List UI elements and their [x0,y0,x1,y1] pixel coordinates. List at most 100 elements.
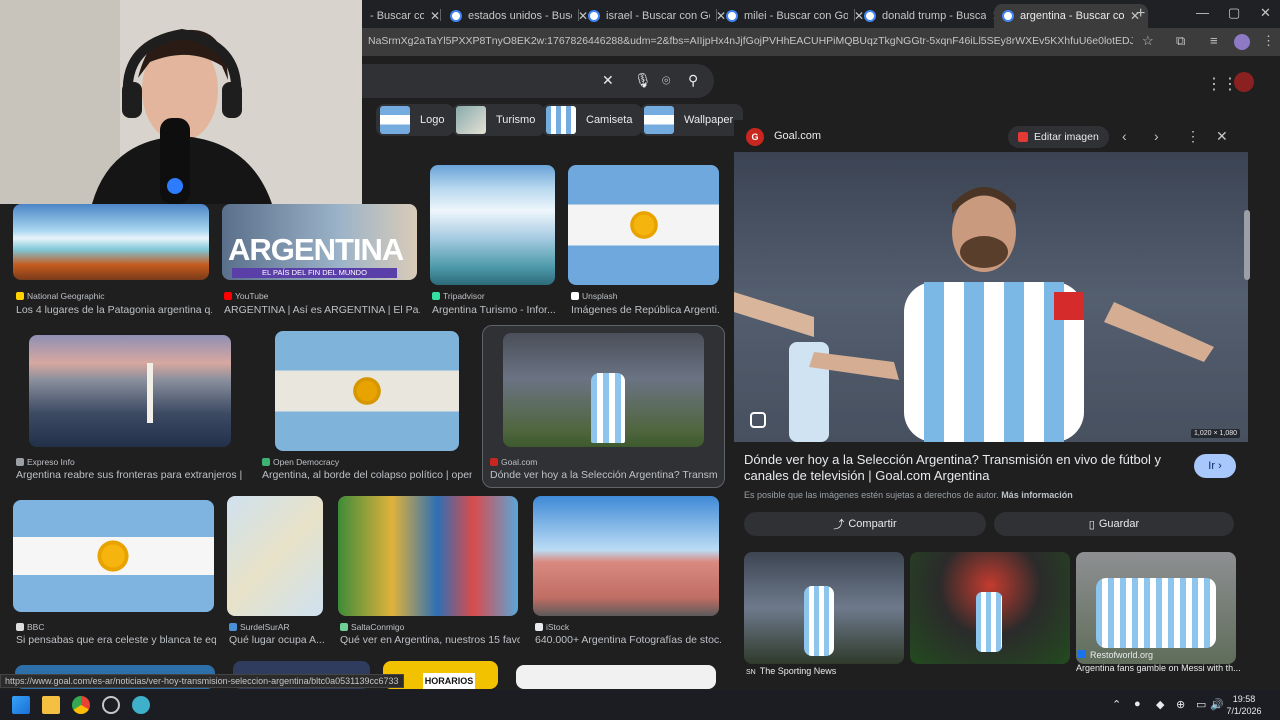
players-shape [1096,578,1216,648]
panel-source-name[interactable]: Goal.com [774,130,821,142]
result-title[interactable]: ARGENTINA | Así es ARGENTINA | El Pa... [224,304,420,316]
account-avatar[interactable] [1234,72,1254,92]
related-title-3[interactable]: Argentina fans gamble on Messi with th..… [1076,663,1248,673]
obs-icon[interactable] [102,696,120,714]
share-icon: ⤴ [833,519,845,531]
next-image-icon[interactable]: › [1154,128,1159,144]
previous-image-icon[interactable]: ‹ [1122,128,1127,144]
extensions-icon[interactable]: ⧉ [1176,33,1185,49]
tab-3[interactable]: israel - Buscar con Google✕ [580,4,734,28]
go-button[interactable]: Ir › [1194,454,1236,478]
clear-icon[interactable]: ✕ [602,72,614,89]
url-field[interactable]: NaSrmXg2aTaYl5PXXP8TnyO8EK2w:17678264462… [368,35,1133,47]
new-tab-button[interactable]: + [1136,5,1145,23]
tray-chevron-up-icon[interactable]: ⌃ [1112,698,1121,711]
windows-start-icon[interactable] [12,696,30,714]
more-options-icon[interactable]: ⋮ [1186,128,1200,145]
close-panel-icon[interactable]: ✕ [1216,128,1228,145]
source-label: SaltaConmigo [351,622,405,632]
patagonia-glacier-image[interactable] [13,204,209,280]
search-input[interactable]: ✕ 🎙 ⌾ ⚲ [362,64,714,98]
chip-camiseta[interactable]: Camiseta [542,104,643,136]
source-label: Tripadvisor [443,291,485,301]
glacier-image[interactable] [430,165,555,285]
saltaconmigo-icon [340,623,348,631]
chip-logo[interactable]: Logo [376,104,455,136]
minimize-button[interactable]: — [1196,5,1209,20]
app-icon[interactable] [132,696,150,714]
bookmark-star-icon[interactable]: ☆ [1142,33,1154,49]
argentina-flag-image[interactable] [568,165,719,285]
result-title[interactable]: Si pensabas que era celeste y blanca te … [16,634,216,646]
result-title[interactable]: Dónde ver hoy a la Selección Argentina? … [490,469,718,481]
tab-2[interactable]: estados unidos - Buscar con Google✕ [442,4,596,28]
preview-image[interactable]: 1,020 × 1,080 [734,152,1248,442]
chip-label: Turismo [496,114,536,126]
related-image-1[interactable] [744,552,904,664]
chrome-icon[interactable] [72,696,90,714]
result-title[interactable]: Argentina reabre sus fronteras para extr… [16,469,246,481]
related-image-3[interactable] [1076,552,1236,664]
google-icon [1002,10,1014,22]
related-image-2[interactable] [910,552,1070,664]
result-title[interactable]: Argentina, al borde del colapso político… [262,469,472,481]
result-title[interactable]: Imágenes de República Argenti... [571,304,719,316]
caminito-image[interactable] [338,496,518,616]
player-shape [976,592,1002,652]
cracked-flag-image[interactable] [275,331,459,451]
tray-app-icon[interactable]: ● [1134,698,1141,710]
chip-turismo[interactable]: Turismo [452,104,546,136]
sportingnews-icon: SN [746,669,756,676]
window-close-button[interactable]: ✕ [1260,5,1271,21]
file-explorer-icon[interactable] [42,696,60,714]
chip-thumbnail [456,106,486,134]
tab-1[interactable]: - Buscar con Google ✕ [362,4,448,28]
tray-monitor-icon[interactable]: ▭ [1196,698,1206,711]
system-clock[interactable]: 19:58 7/1/2026 [1218,693,1270,717]
browser-menu-icon[interactable]: ⋮ [1262,33,1275,49]
reading-list-icon[interactable]: ≡ [1210,33,1218,48]
result-source: Unsplash [571,291,617,301]
result-title[interactable]: Qué lugar ocupa A... [229,634,325,646]
share-button[interactable]: ⤴ Compartir [744,512,986,536]
panel-scrollbar[interactable] [1244,210,1250,280]
profile-avatar[interactable] [1234,34,1250,50]
edit-image-button[interactable]: Editar imagen [1008,126,1109,148]
istock-icon [535,623,543,631]
tab-divider [854,9,855,21]
visual-search-icon[interactable] [750,412,766,428]
search-icon[interactable]: ⚲ [688,72,698,89]
tab-4[interactable]: milei - Buscar con Google✕ [718,4,872,28]
tab-5[interactable]: donald trump - Buscar con Google✕ [856,4,1010,28]
chip-wallpaper[interactable]: Wallpaper [640,104,744,136]
result-source: Open Democracy [262,457,339,467]
tray-network-icon[interactable]: ⊕ [1176,698,1185,711]
result-title[interactable]: 640.000+ Argentina Fotografías de stoc..… [535,634,721,646]
edit-image-label: Editar imagen [1034,131,1099,143]
more-info-link[interactable]: Más información [1001,490,1073,500]
chip-thumbnail [546,106,576,134]
save-button[interactable]: ▯ Guardar [994,512,1234,536]
messi-thumbnail[interactable] [503,333,704,447]
tab-active[interactable]: argentina - Buscar con Google✕ [994,4,1149,28]
bbc-flag-image[interactable] [13,500,214,612]
result-title[interactable]: Los 4 lugares de la Patagonia argentina … [16,304,212,316]
goal-icon [490,458,498,466]
lens-icon[interactable]: ⌾ [662,72,670,89]
casa-rosada-image[interactable] [533,496,719,616]
microphone-icon[interactable]: 🎙 [634,72,652,89]
result-title[interactable]: Argentina Turismo - Infor... [432,304,557,316]
south-america-map-image[interactable] [227,496,323,616]
panel-title[interactable]: Dónde ver hoy a la Selección Argentina? … [744,452,1184,484]
tripadvisor-icon [432,292,440,300]
close-icon[interactable]: ✕ [430,9,440,23]
maximize-button[interactable]: ▢ [1228,5,1240,21]
restofworld-icon [1078,650,1086,658]
result-source: SaltaConmigo [340,622,404,632]
result-title[interactable]: Qué ver en Argentina, nuestros 15 favo..… [340,634,520,646]
tray-shield-icon[interactable]: ◆ [1156,698,1164,711]
related-source-label: The Sporting News [759,666,837,676]
partial-result-image[interactable] [516,665,716,689]
youtube-argentina-thumbnail[interactable]: ARGENTINA EL PAÍS DEL FIN DEL MUNDO [222,204,417,280]
buenos-aires-obelisk-image[interactable] [29,335,231,447]
